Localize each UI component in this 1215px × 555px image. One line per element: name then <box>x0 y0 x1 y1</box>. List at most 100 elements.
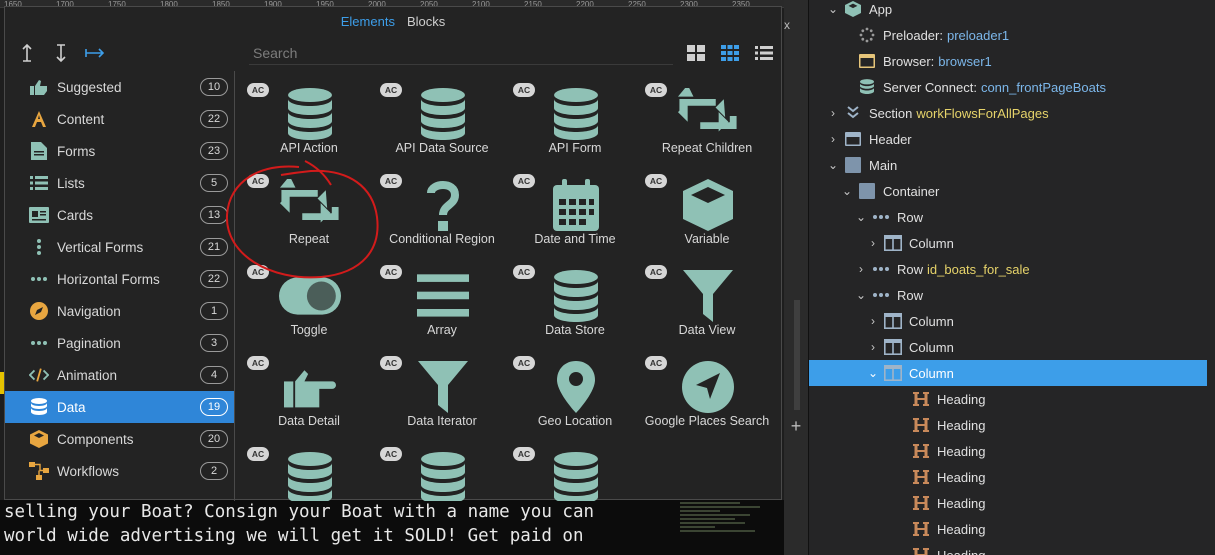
chevron-down-icon[interactable]: ⌄ <box>865 366 881 380</box>
search-input[interactable] <box>253 44 673 61</box>
heading-icon <box>911 390 931 408</box>
tree-node-heading[interactable]: Heading <box>809 542 1207 555</box>
category-vertical-forms[interactable]: Vertical Forms 21 <box>5 231 234 263</box>
chevron-down-icon[interactable]: ⌄ <box>825 158 841 172</box>
add-icon[interactable]: + <box>784 416 808 437</box>
tree-node-browser[interactable]: Browser: browser1 <box>809 48 1207 74</box>
category-forms[interactable]: Forms 23 <box>5 135 234 167</box>
category-suggested[interactable]: Suggested 10 <box>5 71 234 103</box>
column-icon <box>883 312 903 330</box>
header-icon <box>843 130 863 148</box>
bars-icon <box>412 267 474 325</box>
category-animation[interactable]: Animation 4 <box>5 359 234 391</box>
tree-node-header[interactable]: › Header <box>809 126 1207 152</box>
database-icon <box>279 85 341 143</box>
element-tile-api-data-source[interactable]: AC API Data Source <box>376 77 508 165</box>
chevron-right-icon[interactable]: › <box>825 106 841 120</box>
tree-node-column[interactable]: › Column <box>809 334 1207 360</box>
tree-node-row[interactable]: ⌄ Row <box>809 204 1207 230</box>
tree-node-heading[interactable]: Heading <box>809 464 1207 490</box>
insert-after-icon[interactable] <box>45 37 77 69</box>
ac-badge: AC <box>380 174 402 188</box>
element-tile-date-and-time[interactable]: AC Date and Time <box>509 166 641 256</box>
question-icon <box>412 176 474 234</box>
category-content[interactable]: Content 22 <box>5 103 234 135</box>
tree-node-heading[interactable]: Heading <box>809 490 1207 516</box>
chevron-down-icon[interactable]: ⌄ <box>853 288 869 302</box>
chevron-down-icon[interactable]: ⌄ <box>825 2 841 16</box>
element-tile-variable[interactable]: AC Variable <box>641 166 773 256</box>
element-tile-item[interactable]: AC <box>509 439 641 501</box>
tree-node-preloader[interactable]: Preloader: preloader1 <box>809 22 1207 48</box>
element-tile-array[interactable]: AC Array <box>376 257 508 347</box>
pointing-hand-icon <box>279 358 341 416</box>
element-tile-api-action[interactable]: AC API Action <box>243 77 375 165</box>
close-icon[interactable]: x <box>784 18 790 32</box>
category-data[interactable]: Data 19 <box>5 391 234 423</box>
category-navigation[interactable]: Navigation 1 <box>5 295 234 327</box>
category-count-badge: 13 <box>200 206 228 224</box>
chevron-right-icon[interactable]: › <box>865 236 881 250</box>
tree-node-label: Heading <box>937 443 986 459</box>
category-horizontal-forms[interactable]: Horizontal Forms 22 <box>5 263 234 295</box>
small-grid-view-icon[interactable] <box>715 38 745 68</box>
list-view-icon[interactable] <box>749 38 779 68</box>
category-count-badge: 22 <box>200 270 228 288</box>
tree-node-app[interactable]: ⌄ App <box>809 0 1207 22</box>
element-label: Data Detail <box>278 414 340 428</box>
search-field[interactable] <box>249 41 673 65</box>
tree-node-column[interactable]: › Column <box>809 308 1207 334</box>
category-cards[interactable]: Cards 13 <box>5 199 234 231</box>
chevron-down-icon[interactable]: ⌄ <box>853 210 869 224</box>
element-label: Data Iterator <box>407 414 477 428</box>
chevron-down-icon[interactable]: ⌄ <box>839 184 855 198</box>
tree-node-column[interactable]: › Column <box>809 230 1207 256</box>
tree-node-main[interactable]: ⌄ Main <box>809 152 1207 178</box>
element-tile-toggle[interactable]: AC Toggle <box>243 257 375 347</box>
tree-node-container[interactable]: ⌄ Container <box>809 178 1207 204</box>
chevron-right-icon[interactable]: › <box>853 262 869 276</box>
tree-node-heading[interactable]: Heading <box>809 516 1207 542</box>
element-tile-item[interactable]: AC <box>243 439 375 501</box>
element-tile-api-form[interactable]: AC API Form <box>509 77 641 165</box>
insert-inside-icon[interactable] <box>79 37 111 69</box>
tree-node-server-connect[interactable]: Server Connect: conn_frontPageBoats <box>809 74 1207 100</box>
large-grid-view-icon[interactable] <box>681 38 711 68</box>
element-tile-data-store[interactable]: AC Data Store <box>509 257 641 347</box>
ac-badge: AC <box>247 83 269 97</box>
category-lists[interactable]: Lists 5 <box>5 167 234 199</box>
element-tile-data-iterator[interactable]: AC Data Iterator <box>376 348 508 438</box>
tree-node-heading[interactable]: Heading <box>809 438 1207 464</box>
element-label: Variable <box>684 232 730 246</box>
tab-elements[interactable]: Elements <box>341 14 395 29</box>
ac-badge: AC <box>513 174 535 188</box>
element-tile-item[interactable]: AC <box>376 439 508 501</box>
scrollbar[interactable] <box>794 300 800 410</box>
chevron-right-icon[interactable]: › <box>865 314 881 328</box>
tree-node-heading[interactable]: Heading <box>809 386 1207 412</box>
tab-blocks[interactable]: Blocks <box>407 14 445 29</box>
tree-node-section[interactable]: › Section workFlowsForAllPages <box>809 100 1207 126</box>
element-label: Data Store <box>545 323 605 337</box>
category-pagination[interactable]: Pagination 3 <box>5 327 234 359</box>
container-icon <box>857 182 877 200</box>
chevron-right-icon[interactable]: › <box>865 340 881 354</box>
element-tile-conditional-region[interactable]: AC Conditional Region <box>376 166 508 256</box>
tree-node-label: Server Connect: <box>883 79 977 95</box>
element-tile-data-view[interactable]: AC Data View <box>641 257 773 347</box>
element-tile-google-places-search[interactable]: AC Google Places Search <box>641 348 773 438</box>
element-tile-geo-location[interactable]: AC Geo Location <box>509 348 641 438</box>
tree-node-label: Row <box>897 209 924 225</box>
element-tile-repeat-children[interactable]: AC Repeat Children <box>641 77 773 165</box>
element-tile-repeat[interactable]: AC Repeat <box>243 166 375 256</box>
tree-node-heading[interactable]: Heading <box>809 412 1207 438</box>
insert-before-icon[interactable] <box>11 37 43 69</box>
tree-node-value: workFlowsForAllPages <box>916 105 1049 121</box>
chevron-right-icon[interactable]: › <box>825 132 841 146</box>
category-components[interactable]: Components 20 <box>5 423 234 455</box>
category-workflows[interactable]: Workflows 2 <box>5 455 234 487</box>
element-tile-data-detail[interactable]: AC Data Detail <box>243 348 375 438</box>
tree-node-row[interactable]: › Row id_boats_for_sale <box>809 256 1207 282</box>
tree-node-row[interactable]: ⌄ Row <box>809 282 1207 308</box>
tree-node-column[interactable]: ⌄ Column <box>809 360 1207 386</box>
